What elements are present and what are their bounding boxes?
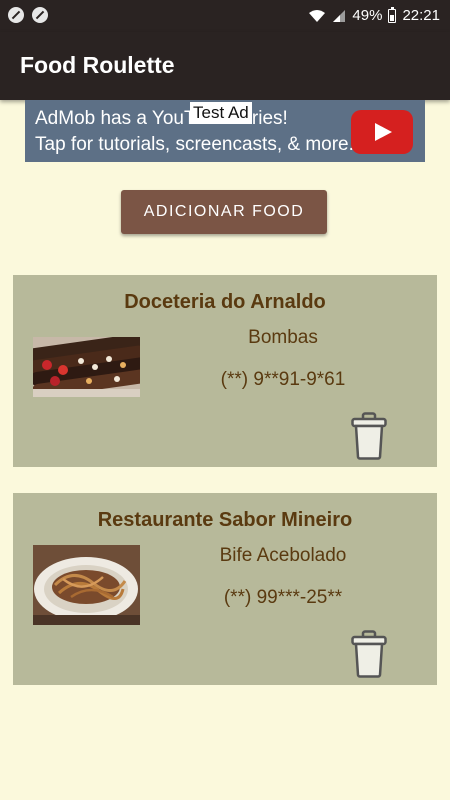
youtube-play-icon[interactable]: [351, 110, 413, 154]
trash-icon[interactable]: [351, 630, 387, 678]
app-bar: Food Roulette: [0, 32, 450, 100]
food-card[interactable]: Doceteria do Arnaldo Bombas (**) 9**91-9…: [13, 275, 437, 467]
food-card[interactable]: Restaurante Sabor Mineiro Bife Acebolado…: [13, 493, 437, 685]
app-title: Food Roulette: [20, 52, 175, 78]
phone-number: (**) 99***-25**: [223, 587, 343, 608]
battery-icon: [388, 6, 397, 23]
phone-number: (**) 9**91-9*61: [220, 369, 346, 390]
signal-icon: [333, 9, 346, 22]
notification-icons: [8, 7, 48, 23]
dish-name: Bife Acebolado: [219, 545, 347, 566]
test-ad-label: Test Ad: [190, 102, 252, 124]
food-photo-bombas: [33, 337, 140, 397]
status-indicators: 49% 22:21: [308, 6, 440, 24]
clock: 22:21: [402, 7, 440, 24]
ad-description: Tap for tutorials, screencasts, & more.: [35, 134, 354, 155]
wifi-icon: [309, 9, 326, 22]
ad-banner[interactable]: AdMob has a YouTube series! Tap for tuto…: [25, 100, 425, 162]
dish-name: Bombas: [248, 327, 318, 348]
status-bar: 49% 22:21: [0, 0, 450, 32]
battery-percent: 49%: [352, 7, 383, 24]
add-food-button[interactable]: ADICIONAR FOOD: [121, 190, 327, 234]
blocked-notification-icon: [8, 7, 24, 23]
restaurant-name: Restaurante Sabor Mineiro: [97, 509, 353, 531]
food-photo-bife-acebolado: [33, 545, 140, 625]
trash-icon[interactable]: [351, 412, 387, 460]
restaurant-name: Doceteria do Arnaldo: [124, 291, 326, 313]
blocked-notification-icon: [32, 7, 48, 23]
